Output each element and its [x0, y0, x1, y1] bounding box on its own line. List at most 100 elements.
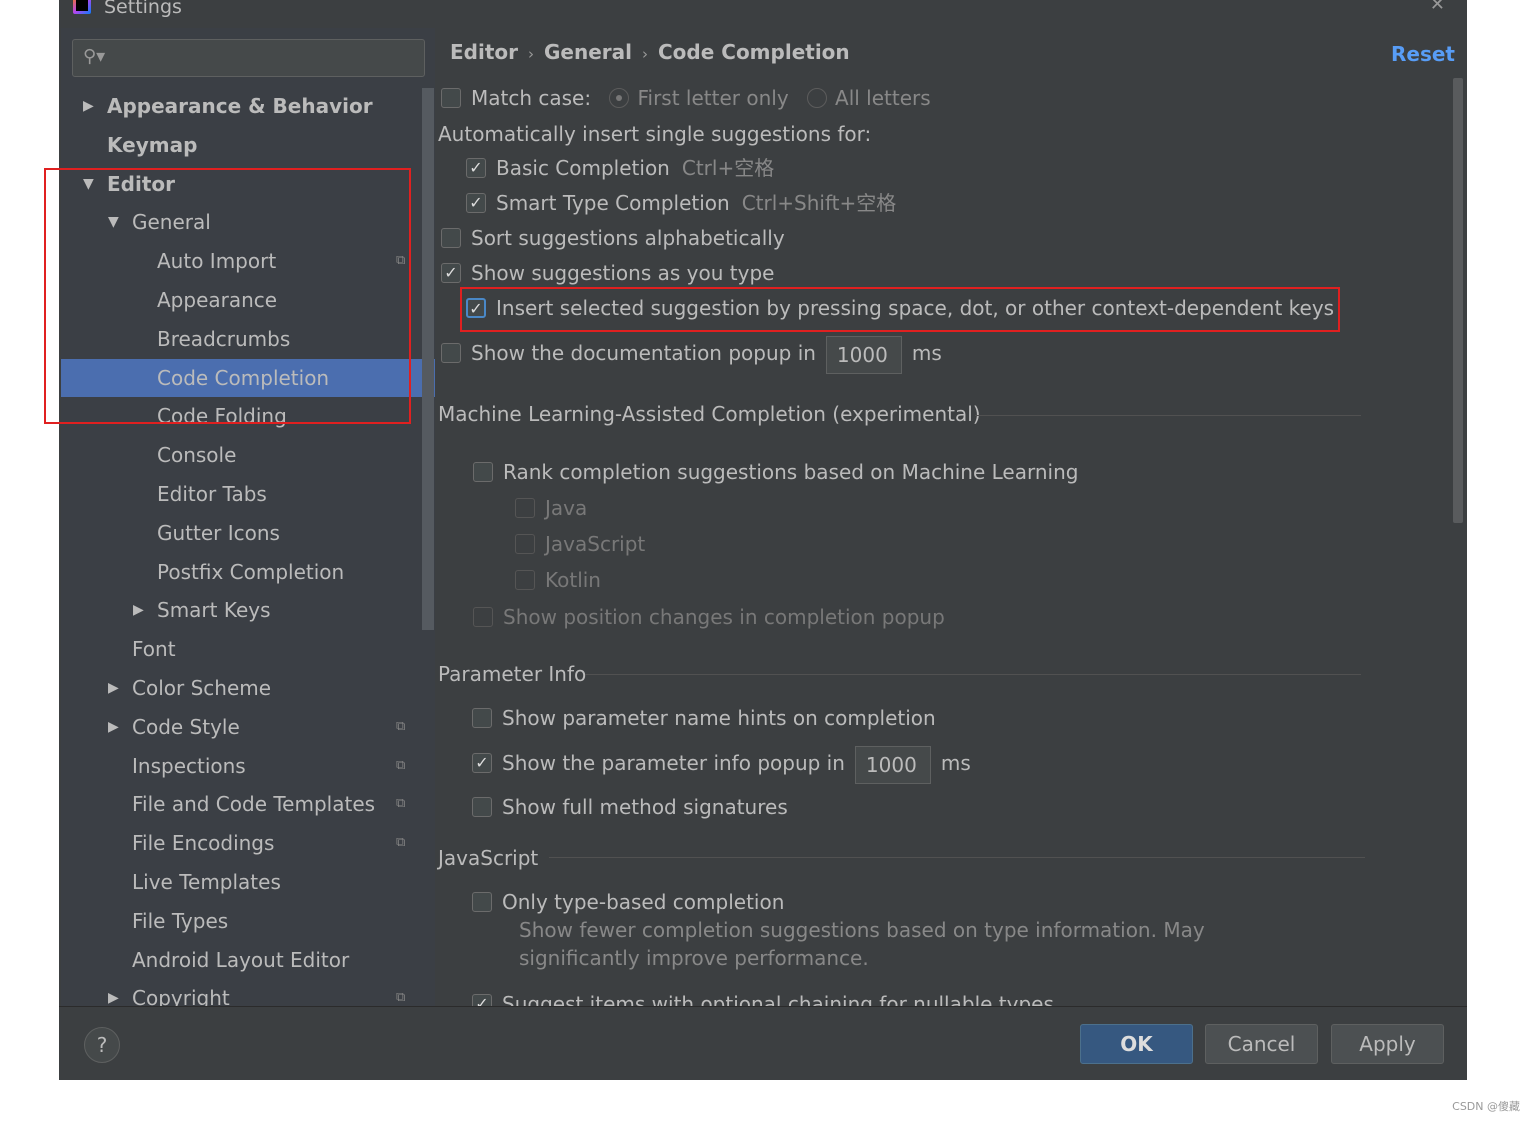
- tree-item-editor-tabs[interactable]: Editor Tabs: [61, 475, 435, 513]
- tree-item-font[interactable]: Font: [61, 630, 435, 668]
- doc-popup-row: Show the documentation popup in 1000 ms: [441, 333, 942, 374]
- tree-item-label: Color Scheme: [132, 676, 272, 700]
- first-letter-radio[interactable]: [609, 87, 630, 108]
- ml-rank-checkbox[interactable]: [473, 461, 493, 482]
- tree-item-color-scheme[interactable]: ▶ Color Scheme: [61, 669, 435, 707]
- param-popup-delay-input[interactable]: 1000: [854, 745, 931, 784]
- tree-item-label: Live Templates: [132, 870, 281, 894]
- smart-completion-label: Smart Type Completion: [496, 191, 730, 215]
- ok-button[interactable]: OK: [1080, 1024, 1193, 1064]
- project-copy-icon: ⧉: [396, 835, 406, 851]
- all-letters-radio[interactable]: [807, 87, 828, 108]
- param-popup-unit: ms: [940, 751, 971, 775]
- breadcrumb-editor[interactable]: Editor: [450, 40, 518, 64]
- tree-item-label: Android Layout Editor: [132, 947, 350, 972]
- tree-item-label: File Encodings: [132, 831, 275, 856]
- match-case-checkbox[interactable]: [441, 87, 461, 108]
- ml-java-checkbox[interactable]: [515, 497, 535, 518]
- full-signatures-label: Show full method signatures: [502, 795, 788, 819]
- full-signatures-checkbox[interactable]: [472, 796, 492, 817]
- doc-popup-delay-input[interactable]: 1000: [825, 335, 902, 374]
- close-icon[interactable]: ✕: [1430, 0, 1445, 15]
- expand-arrow-right-icon[interactable]: ▶: [108, 708, 119, 746]
- type-based-description-2: significantly improve performance.: [519, 946, 869, 970]
- sort-checkbox[interactable]: [441, 227, 461, 248]
- param-hints-label: Show parameter name hints on completion: [502, 706, 936, 730]
- watermark: CSDN @傻藏: [1452, 1100, 1520, 1113]
- ml-kotlin-checkbox[interactable]: [515, 569, 535, 590]
- show-as-type-label: Show suggestions as you type: [471, 261, 775, 285]
- project-copy-icon: ⧉: [396, 796, 406, 812]
- tree-item-live-templates[interactable]: Live Templates: [61, 863, 435, 901]
- type-based-checkbox[interactable]: [472, 891, 492, 912]
- doc-popup-unit: ms: [911, 341, 942, 365]
- tree-item-inspections[interactable]: Inspections ⧉: [61, 747, 435, 785]
- help-button[interactable]: ?: [84, 1027, 120, 1063]
- expand-arrow-right-icon[interactable]: ▶: [108, 979, 119, 1006]
- match-case-row: Match case: First letter only All letter…: [441, 84, 931, 112]
- param-hints-row: Show parameter name hints on completion: [472, 704, 936, 732]
- tree-item-file-encodings[interactable]: File Encodings ⧉: [61, 824, 435, 862]
- tree-item-copyright[interactable]: ▶ Copyright ⧉: [61, 979, 435, 1006]
- ml-position-label: Show position changes in completion popu…: [503, 605, 945, 629]
- tree-item-label: Smart Keys: [157, 598, 271, 623]
- ml-position-checkbox[interactable]: [473, 606, 493, 627]
- tree-item-file-and-code-templates[interactable]: File and Code Templates ⧉: [61, 785, 435, 823]
- search-icon: ⚲▾: [83, 46, 106, 67]
- expand-arrow-right-icon[interactable]: ▶: [108, 669, 119, 707]
- title-bar: Settings ✕: [59, 0, 1467, 28]
- smart-completion-checkbox[interactable]: ✓: [466, 192, 486, 213]
- type-based-label: Only type-based completion: [502, 890, 785, 914]
- tree-item-label: Gutter Icons: [157, 520, 280, 545]
- tree-item-android-layout-editor[interactable]: Android Layout Editor: [61, 941, 435, 979]
- smart-completion-shortcut: Ctrl+Shift+空格: [741, 191, 897, 215]
- sort-row: Sort suggestions alphabetically: [441, 224, 785, 252]
- ml-java-label: Java: [545, 496, 588, 520]
- ml-javascript-label: JavaScript: [545, 532, 646, 556]
- tree-item-keymap[interactable]: Keymap: [61, 126, 435, 164]
- ml-kotlin-row: Kotlin: [515, 566, 601, 594]
- dialog-footer: ? OK Cancel Apply: [59, 1006, 1467, 1080]
- tree-item-smart-keys[interactable]: ▶ Smart Keys: [61, 591, 435, 629]
- param-popup-label: Show the parameter info popup in: [502, 751, 845, 775]
- param-section-title: Parameter Info: [438, 662, 587, 686]
- breadcrumb-code-completion: Code Completion: [658, 40, 850, 64]
- basic-completion-checkbox[interactable]: ✓: [466, 157, 486, 178]
- tree-item-label: Keymap: [107, 132, 198, 157]
- tree-item-postfix-completion[interactable]: Postfix Completion: [61, 553, 435, 591]
- breadcrumb-general[interactable]: General: [544, 40, 632, 64]
- divider: [975, 415, 1361, 416]
- tree-item-console[interactable]: Console: [61, 436, 435, 474]
- content-scrollbar[interactable]: [1453, 78, 1463, 523]
- show-as-type-checkbox[interactable]: ✓: [441, 262, 461, 283]
- ml-javascript-checkbox[interactable]: [515, 533, 535, 554]
- expand-arrow-right-icon[interactable]: ▶: [133, 591, 144, 629]
- tree-item-label: Postfix Completion: [157, 559, 345, 584]
- sidebar-scrollbar[interactable]: [422, 88, 434, 630]
- param-hints-checkbox[interactable]: [472, 707, 492, 728]
- cancel-button[interactable]: Cancel: [1205, 1024, 1318, 1064]
- intellij-logo-icon: [73, 0, 91, 14]
- tree-item-gutter-icons[interactable]: Gutter Icons: [61, 514, 435, 552]
- param-popup-checkbox[interactable]: ✓: [472, 752, 492, 773]
- tree-item-label: Appearance & Behavior: [107, 94, 373, 118]
- tree-item-file-types[interactable]: File Types: [61, 902, 435, 940]
- apply-button[interactable]: Apply: [1331, 1024, 1444, 1064]
- project-copy-icon: ⧉: [396, 990, 406, 1006]
- doc-popup-checkbox[interactable]: [441, 342, 461, 363]
- ml-kotlin-label: Kotlin: [545, 568, 601, 592]
- tree-item-appearance-behavior[interactable]: ▶ Appearance & Behavior: [61, 87, 435, 125]
- expand-arrow-right-icon[interactable]: ▶: [83, 87, 94, 125]
- settings-dialog: Settings ✕ ⚲▾ ▶ Appearance & Behavior Keym…: [59, 0, 1467, 1080]
- tree-item-label: Console: [157, 443, 237, 468]
- search-input[interactable]: ⚲▾: [72, 39, 425, 77]
- tree-item-label: Code Style: [132, 714, 240, 739]
- tree-item-code-style[interactable]: ▶ Code Style ⧉: [61, 708, 435, 746]
- basic-completion-label: Basic Completion: [496, 156, 670, 180]
- annotation-highlight-box: [44, 168, 411, 424]
- param-popup-row: ✓ Show the parameter info popup in 1000 ms: [472, 743, 971, 784]
- tree-item-label: Font: [132, 637, 176, 662]
- reset-link[interactable]: Reset: [1391, 42, 1455, 66]
- ml-javascript-row: JavaScript: [515, 530, 645, 558]
- divider: [585, 674, 1361, 675]
